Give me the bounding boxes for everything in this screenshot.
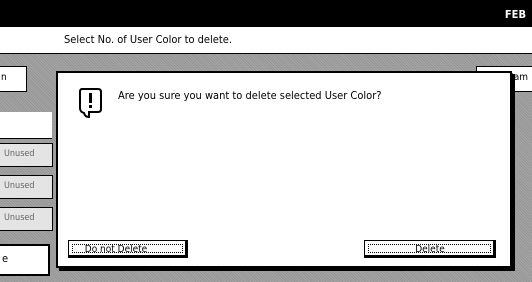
slot-label: Unused <box>4 181 35 191</box>
left-tab[interactable]: n <box>0 66 27 92</box>
instruction-bar: Select No. of User Color to delete. <box>0 27 532 54</box>
delete-button[interactable]: Delete <box>364 240 496 258</box>
unused-slot-2[interactable]: Unused <box>0 175 53 199</box>
top-status-bar: FEB <box>0 0 532 27</box>
left-bottom-button[interactable]: e <box>0 244 50 276</box>
confirm-dialog: Are you sure you want to delete selected… <box>56 71 512 268</box>
dialog-message: Are you sure you want to delete selected… <box>118 89 382 102</box>
left-tab-label: n <box>1 72 7 83</box>
do-not-delete-button[interactable]: Do not Delete <box>68 240 188 258</box>
alert-icon <box>79 88 102 119</box>
slot-label: Unused <box>4 149 35 159</box>
do-not-delete-label: Do not Delete <box>84 243 148 255</box>
topbar-label: FEB <box>504 8 526 21</box>
slot-label: Unused <box>4 213 35 223</box>
left-divider-strip <box>0 112 52 139</box>
left-bottom-label: e <box>2 252 9 265</box>
unused-slot-1[interactable]: Unused <box>0 143 53 167</box>
unused-slot-3[interactable]: Unused <box>0 207 53 231</box>
instruction-text: Select No. of User Color to delete. <box>64 33 232 46</box>
delete-label: Delete <box>415 243 445 255</box>
